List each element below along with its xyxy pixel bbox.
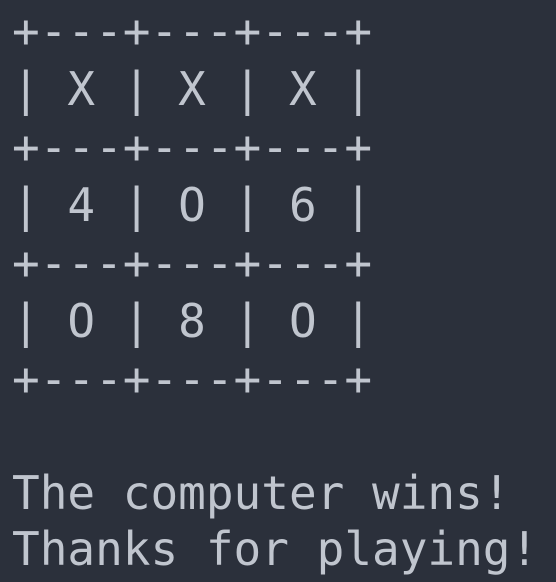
board-divider-2: +---+---+---+ <box>12 236 373 290</box>
thanks-message: Thanks for playing! <box>12 522 539 576</box>
game-result-message: The computer wins! <box>12 466 511 520</box>
board-border-bottom: +---+---+---+ <box>12 352 373 406</box>
board-row-1: | X | X | X | <box>12 62 373 116</box>
terminal-window[interactable]: +---+---+---+ | X | X | X | +---+---+---… <box>0 0 556 582</box>
board-divider-1: +---+---+---+ <box>12 120 373 174</box>
board-row-3: | O | 8 | O | <box>12 294 373 348</box>
board-row-2: | 4 | O | 6 | <box>12 178 373 232</box>
board-border-top: +---+---+---+ <box>12 4 373 58</box>
